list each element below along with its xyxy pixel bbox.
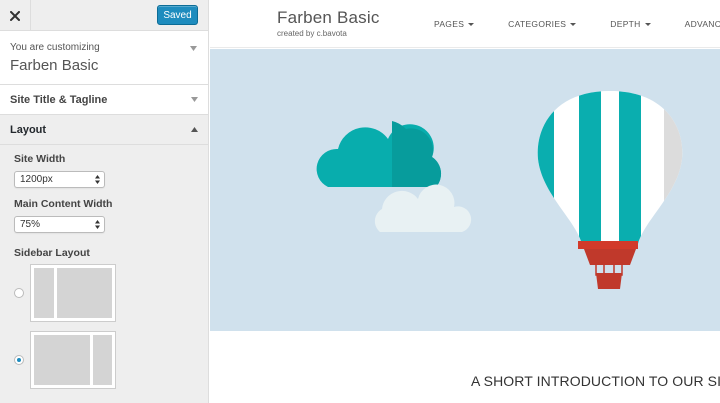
menu-item-depth[interactable]: DEPTH [610, 19, 651, 29]
site-width-value: 1200px [20, 174, 53, 185]
main-content-width-value: 75% [20, 219, 41, 230]
layout-thumbnail-right-sidebar[interactable] [30, 331, 116, 389]
site-width-label: Site Width [14, 153, 66, 165]
customizing-label: You are customizing [10, 42, 100, 53]
menu-item-categories[interactable]: CATEGORIES [508, 19, 577, 29]
section-site-title-tagline[interactable]: Site Title & Tagline [0, 85, 208, 115]
cloud-white-icon [374, 184, 472, 232]
menu-item-pages[interactable]: PAGES [434, 19, 475, 29]
section-layout[interactable]: Layout [0, 115, 208, 145]
menu-label: PAGES [434, 19, 465, 29]
select-arrows-icon [95, 175, 100, 184]
cloud-teal-icon [316, 121, 442, 187]
customizer-sidebar: Saved You are customizing Farben Basic S… [0, 0, 209, 403]
menu-label: DEPTH [610, 19, 641, 29]
select-arrows-icon [95, 220, 100, 229]
dropdown-arrow-icon [468, 22, 475, 26]
theme-name: Farben Basic [10, 57, 99, 74]
menu-item-advanced[interactable]: ADVANCED [685, 19, 720, 29]
main-content-width-label: Main Content Width [14, 198, 113, 210]
customizer-header: Saved [0, 0, 208, 31]
sidebar-layout-option[interactable] [14, 331, 208, 389]
sidebar-layout-label: Sidebar Layout [14, 247, 90, 259]
caret-down-icon [191, 97, 198, 102]
site-title[interactable]: Farben Basic [277, 8, 380, 28]
hero-image [210, 49, 720, 331]
site-tagline: created by c.bavota [277, 29, 347, 38]
section-layout-label: Layout [10, 123, 47, 136]
site-header: Farben Basic created by c.bavota PAGES C… [210, 0, 720, 48]
sidebar-layout-radio-right[interactable] [14, 355, 24, 365]
menu-label: CATEGORIES [508, 19, 567, 29]
saved-button[interactable]: Saved [157, 5, 198, 25]
customizer-info[interactable]: You are customizing Farben Basic [0, 31, 208, 85]
caret-up-icon [191, 127, 198, 132]
caret-down-icon [190, 46, 197, 51]
hero-illustration [316, 91, 683, 289]
hot-air-balloon-icon [537, 91, 683, 289]
section-site-title-label: Site Title & Tagline [10, 93, 108, 106]
sidebar-layout-option[interactable] [14, 264, 208, 322]
sidebar-layout-radio-left[interactable] [14, 288, 24, 298]
intro-heading: A SHORT INTRODUCTION TO OUR SI [471, 373, 720, 389]
primary-menu: PAGES CATEGORIES DEPTH ADVANCED [434, 19, 720, 29]
site-preview: Farben Basic created by c.bavota PAGES C… [210, 0, 720, 403]
dropdown-arrow-icon [644, 22, 651, 26]
close-icon [10, 10, 20, 21]
main-content-width-select[interactable]: 75% [14, 216, 105, 233]
layout-thumbnail-left-sidebar[interactable] [30, 264, 116, 322]
menu-label: ADVANCED [684, 19, 720, 29]
site-branding[interactable]: Farben Basic created by c.bavota [277, 8, 380, 38]
dropdown-arrow-icon [570, 22, 577, 26]
site-width-select[interactable]: 1200px [14, 171, 105, 188]
layout-panel: Site Width 1200px Main Content Width 75%… [0, 145, 208, 389]
close-button[interactable] [0, 0, 31, 31]
